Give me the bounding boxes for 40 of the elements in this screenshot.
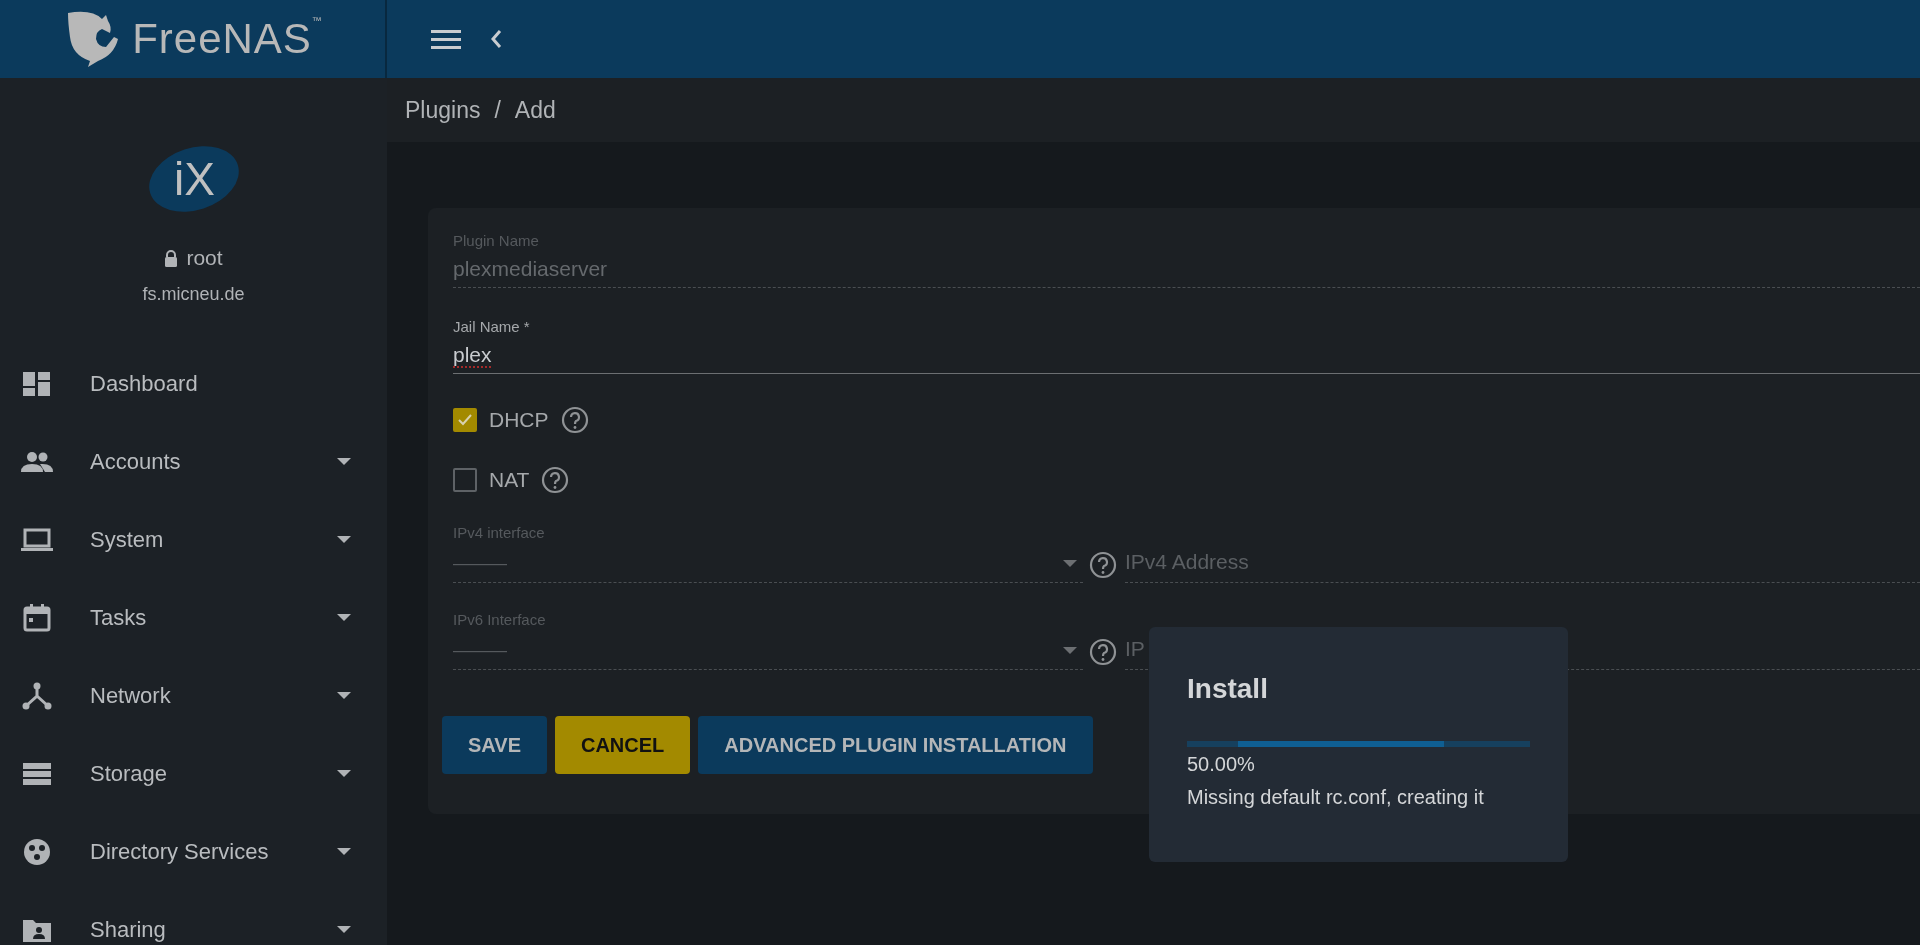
menu-icon[interactable]	[431, 28, 461, 50]
sidebar-item[interactable]: Accounts	[0, 423, 387, 501]
host-name: fs.micneu.de	[142, 284, 245, 305]
sidebar-item[interactable]: Dashboard	[0, 345, 387, 423]
field-label: IPv6 Interface	[453, 611, 547, 628]
field-label: IPv4 interface	[453, 524, 546, 541]
field-label: Jail Name *	[453, 318, 531, 335]
form-button[interactable]: SAVE	[442, 716, 547, 774]
breadcrumb-separator: /	[494, 96, 501, 124]
checkbox[interactable]	[453, 408, 477, 432]
checkbox-label: NAT	[489, 468, 530, 492]
sidebar-item[interactable]: Sharing	[0, 891, 387, 945]
sidebar-item[interactable]: Storage	[0, 735, 387, 813]
progress-percent: 50.00%	[1187, 753, 1256, 776]
brand-name: FreeNAS$^{™}$	[132, 15, 323, 63]
breadcrumb-item[interactable]: Plugins	[405, 96, 481, 124]
nav-icon	[20, 681, 54, 711]
help-icon[interactable]	[560, 406, 589, 434]
sidebar-item[interactable]: System	[0, 501, 387, 579]
jail-name-field[interactable]: plex	[453, 343, 1920, 374]
checkbox[interactable]	[453, 468, 477, 492]
breadcrumb-item: Add	[514, 96, 556, 124]
form-button[interactable]: CANCEL	[555, 716, 691, 774]
sidebar-item[interactable]: Network	[0, 657, 387, 735]
sidebar-item[interactable]: Directory Services	[0, 813, 387, 891]
lock-icon	[164, 249, 179, 267]
form-button[interactable]: ADVANCED PLUGIN INSTALLATION	[698, 716, 1093, 774]
field-label: Plugin Name	[453, 232, 540, 249]
help-icon[interactable]	[541, 466, 570, 494]
progress-message: Missing default rc.conf, creating it	[1187, 786, 1485, 809]
back-icon[interactable]	[489, 28, 503, 50]
dialog-title: Install	[1187, 673, 1269, 705]
sidebar-item[interactable]: Tasks	[0, 579, 387, 657]
user-name: root	[186, 246, 223, 270]
help-icon[interactable]	[1089, 638, 1117, 666]
address-field[interactable]: IPv4 Address	[1125, 550, 1920, 583]
help-icon[interactable]	[1089, 551, 1117, 579]
caret-icon	[1063, 559, 1077, 568]
checkbox-label: DHCP	[489, 408, 549, 432]
caret-icon	[1063, 646, 1077, 655]
